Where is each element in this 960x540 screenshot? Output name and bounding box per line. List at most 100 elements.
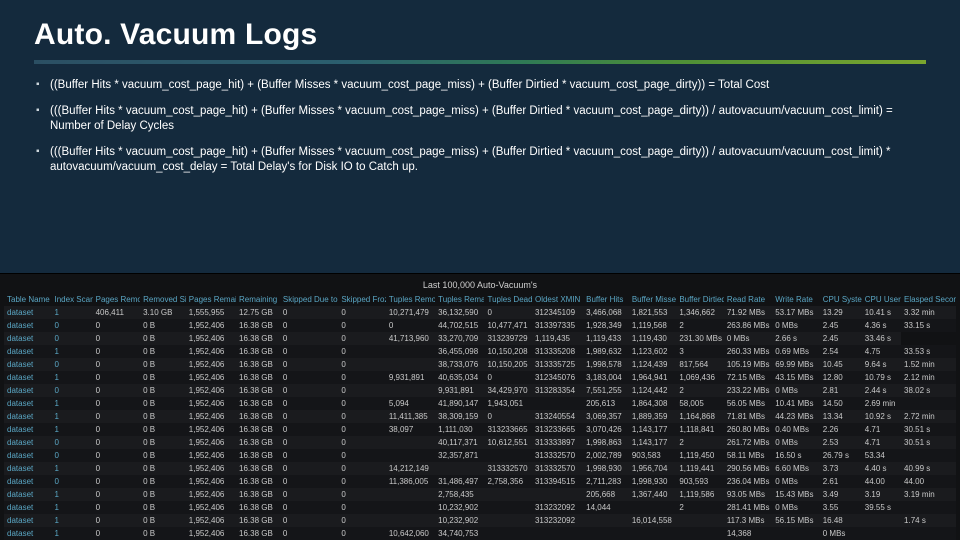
cell: 44,702,515: [435, 319, 484, 332]
cell: 0: [280, 319, 338, 332]
cell: 10.92 s: [862, 410, 901, 423]
cell: 281.41 MBs: [724, 501, 772, 514]
cell: 2.61: [820, 475, 862, 488]
cell: 0: [338, 462, 386, 475]
table-row: dataset100 B1,952,40616.38 GB005,09441,8…: [4, 397, 956, 410]
table-body: dataset1406,4113.10 GB1,555,95512.75 GB0…: [4, 306, 956, 540]
cell: 2.45: [820, 319, 862, 332]
cell: dataset: [4, 514, 52, 527]
cell: 2,711,283: [583, 475, 629, 488]
cell: 1.74 s: [901, 514, 956, 527]
cell: 1,998,578: [583, 358, 629, 371]
col-header: Table Name: [4, 293, 52, 306]
cell: 1,119,586: [676, 488, 724, 501]
cell: 2.26: [820, 423, 862, 436]
bullet-item: (((Buffer Hits * vacuum_cost_page_hit) +…: [36, 104, 926, 135]
cell: 1,952,406: [186, 436, 236, 449]
cell: 0: [93, 397, 141, 410]
cell: 36,455,098: [435, 345, 484, 358]
cell: 16.38 GB: [236, 319, 280, 332]
cell: 0: [280, 514, 338, 527]
cell: 1.52 min: [901, 358, 956, 371]
cell: dataset: [4, 449, 52, 462]
cell: 0: [280, 397, 338, 410]
cell: 1,952,406: [186, 449, 236, 462]
cell: 71.92 MBs: [724, 306, 772, 319]
col-header: Index Scans: [52, 293, 93, 306]
cell: 0 B: [140, 527, 186, 540]
cell: [676, 527, 724, 540]
cell: 0: [338, 384, 386, 397]
cell: 1: [52, 514, 93, 527]
cell: 1,952,406: [186, 332, 236, 345]
cell: 0: [93, 462, 141, 475]
cell: 1: [52, 410, 93, 423]
cell: 0: [338, 397, 386, 410]
cell: 1: [52, 423, 93, 436]
cell: 1,928,349: [583, 319, 629, 332]
cell: 38.02 s: [901, 384, 956, 397]
cell: 16.38 GB: [236, 371, 280, 384]
cell: 313333897: [532, 436, 583, 449]
cell: [583, 514, 629, 527]
table-row: dataset100 B1,952,40616.38 GB0038,0971,1…: [4, 423, 956, 436]
cell: dataset: [4, 306, 52, 319]
cell: 69.99 MBs: [772, 358, 820, 371]
col-header: CPU System: [820, 293, 862, 306]
cell: 0: [338, 475, 386, 488]
cell: [386, 345, 435, 358]
cell: 0: [93, 358, 141, 371]
cell: 0 MBs: [724, 332, 772, 345]
table-row: dataset100 B1,952,40616.38 GB0036,455,09…: [4, 345, 956, 358]
cell: 0 B: [140, 358, 186, 371]
cell: 1,119,450: [676, 449, 724, 462]
cell: 2: [676, 384, 724, 397]
col-header: Buffer Hits: [583, 293, 629, 306]
cell: 1,069,436: [676, 371, 724, 384]
col-header: Remaining Size: [236, 293, 280, 306]
cell: 71.81 MBs: [724, 410, 772, 423]
cell: 205,668: [583, 488, 629, 501]
cell: 43.15 MBs: [772, 371, 820, 384]
cell: 2.72 min: [901, 410, 956, 423]
cell: dataset: [4, 384, 52, 397]
cell: [386, 514, 435, 527]
cell: 0: [93, 410, 141, 423]
cell: 0.40 MBs: [772, 423, 820, 436]
cell: 1: [52, 371, 93, 384]
cell: 0: [52, 475, 93, 488]
cell: dataset: [4, 475, 52, 488]
cell: 1,119,433: [583, 332, 629, 345]
cell: [386, 449, 435, 462]
cell: 0: [280, 475, 338, 488]
cell: 30.51 s: [901, 423, 956, 436]
cell: 72.15 MBs: [724, 371, 772, 384]
cell: 39.55 s: [862, 501, 901, 514]
cell: [435, 462, 484, 475]
cell: 1,952,406: [186, 527, 236, 540]
cell: 16.38 GB: [236, 332, 280, 345]
cell: dataset: [4, 358, 52, 371]
cell: 313283354: [532, 384, 583, 397]
cell: [386, 488, 435, 501]
col-header: Elasped Seconds: [901, 293, 956, 306]
cell: 1,952,406: [186, 384, 236, 397]
autovacuum-table-panel: Last 100,000 Auto-Vacuum's Table NameInd…: [0, 273, 960, 540]
cell: 313239729: [484, 332, 532, 345]
cell: 16.50 s: [772, 449, 820, 462]
cell: 33.15 s: [901, 319, 956, 332]
cell: 38,309,159: [435, 410, 484, 423]
table-row: dataset100 B1,952,40616.38 GB0010,232,90…: [4, 514, 956, 527]
page-title: Auto. Vacuum Logs: [34, 18, 926, 52]
cell: 16.38 GB: [236, 488, 280, 501]
cell: 2.81: [820, 384, 862, 397]
cell: 1,989,632: [583, 345, 629, 358]
col-header: Read Rate: [724, 293, 772, 306]
cell: 9.64 s: [862, 358, 901, 371]
cell: 53.17 MBs: [772, 306, 820, 319]
cell: 0: [280, 358, 338, 371]
table-row: dataset100 B1,952,40616.38 GB002,758,435…: [4, 488, 956, 501]
cell: 1,124,439: [629, 358, 677, 371]
cell: 0: [280, 527, 338, 540]
cell: 1,952,406: [186, 397, 236, 410]
